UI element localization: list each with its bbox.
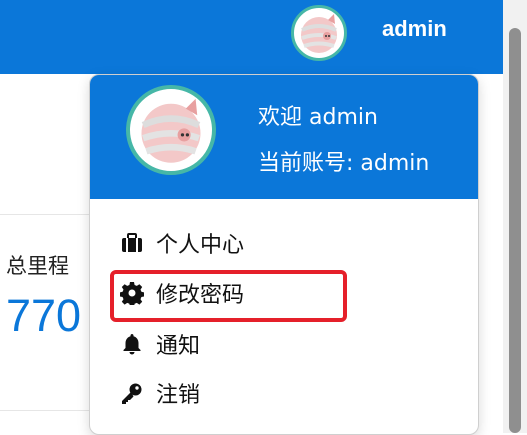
key-icon: [120, 381, 144, 405]
welcome-text: 欢迎 admin: [258, 105, 378, 130]
menu-item-profile[interactable]: 个人中心: [120, 227, 244, 259]
user-dropdown-menu: 欢迎 admin 当前账号: admin 个人中心 修改密码 通知 注销: [89, 74, 479, 435]
dropdown-avatar: [126, 85, 216, 175]
menu-item-label: 注销: [156, 383, 201, 408]
account-text: 当前账号: admin: [258, 151, 430, 176]
menu-item-label: 个人中心: [156, 233, 245, 258]
navbar-username[interactable]: admin: [382, 16, 447, 42]
divider: [0, 410, 96, 411]
pig-mummy-icon: [301, 14, 337, 53]
menu-item-logout[interactable]: 注销: [120, 377, 200, 409]
dropdown-header: 欢迎 admin 当前账号: admin: [90, 75, 478, 199]
scrollbar-thumb[interactable]: [509, 28, 521, 433]
pig-mummy-icon: [141, 98, 201, 163]
stat-value: 770: [6, 290, 82, 341]
menu-item-label: 通知: [156, 334, 201, 359]
menu-item-notifications[interactable]: 通知: [120, 328, 200, 360]
stat-label: 总里程: [6, 254, 69, 278]
bell-icon: [120, 332, 144, 356]
briefcase-icon: [120, 231, 144, 255]
divider: [0, 214, 96, 215]
scrollbar[interactable]: [503, 0, 527, 433]
top-navbar: admin: [0, 0, 503, 74]
highlight-box: [110, 270, 347, 322]
user-avatar[interactable]: [291, 5, 347, 61]
